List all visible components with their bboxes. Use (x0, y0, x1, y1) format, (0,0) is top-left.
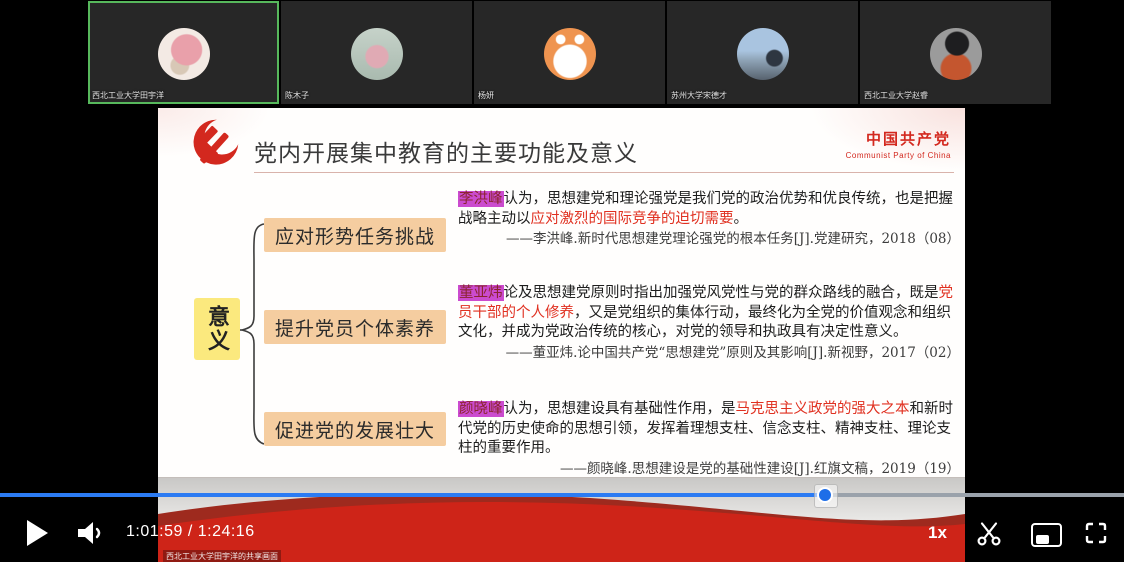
fullscreen-icon (1085, 522, 1107, 549)
participant-name: 杨妍 (478, 90, 494, 101)
quote-text: 李洪峰认为，思想建党和理论强党是我们党的政治优势和优良传统，也是把握战略主动以应… (458, 190, 960, 229)
scissors-icon (975, 520, 1003, 552)
branch-box: 促进党的发展壮大 (264, 412, 446, 446)
volume-button[interactable] (76, 520, 108, 551)
participant-tile[interactable]: 西北工业大学田宇洋 (88, 1, 279, 104)
participant-name: 苏州大学宋德才 (671, 90, 727, 101)
brand-cn: 中国共产党 (846, 128, 951, 149)
quote-block: 董亚炜论及思想建党原则时指出加强党风党性与党的群众路线的融合，既是党员干部的个人… (458, 284, 960, 363)
quote-text: 董亚炜论及思想建党原则时指出加强党风党性与党的群众路线的融合，既是党员干部的个人… (458, 284, 960, 343)
citation: ——李洪峰.新时代思想建党理论强党的根本任务[J].党建研究，2018（08） (458, 230, 960, 250)
time-display: 1:01:59 / 1:24:16 (126, 523, 255, 541)
progress-knob[interactable] (817, 487, 833, 503)
participant-name: 西北工业大学田宇洋 (92, 90, 164, 101)
avatar (930, 28, 982, 80)
participant-tile[interactable]: 苏州大学宋德才 (667, 1, 858, 104)
volume-icon (76, 520, 108, 551)
title-divider (254, 172, 954, 173)
clip-button[interactable] (975, 520, 1003, 552)
avatar (158, 28, 210, 80)
brand-block: 中国共产党 Communist Party of China (846, 128, 951, 160)
progress-track[interactable] (0, 493, 1124, 497)
branch-box: 应对形势任务挑战 (264, 218, 446, 252)
participant-tile[interactable]: 陈木子 (281, 1, 472, 104)
quote-text: 颜晓峰认为，思想建设具有基础性作用，是马克思主义政党的强大之本和新时代党的历史使… (458, 400, 960, 459)
play-button[interactable] (27, 520, 48, 546)
avatar (737, 28, 789, 80)
pip-button[interactable] (1031, 523, 1062, 547)
diagram-root-box: 意义 (194, 298, 240, 360)
branch-box: 提升党员个体素养 (264, 310, 446, 344)
slide-title: 党内开展集中教育的主要功能及意义 (254, 134, 638, 168)
pip-icon (1031, 523, 1062, 547)
fullscreen-button[interactable] (1085, 522, 1107, 549)
share-watermark: 西北工业大学田宇洋的共享画面 (163, 550, 281, 562)
participant-tile[interactable]: 杨妍 (474, 1, 665, 104)
participant-name: 西北工业大学赵睿 (864, 90, 928, 101)
avatar (351, 28, 403, 80)
citation: ——董亚炜.论中国共产党“思想建党”原则及其影响[J].新视野，2017（02） (458, 344, 960, 364)
participant-strip: 西北工业大学田宇洋 陈木子 杨妍 苏州大学宋德才 西北工业大学赵睿 (0, 0, 1124, 105)
speed-button[interactable]: 1x (928, 523, 947, 543)
participant-name: 陈木子 (285, 90, 309, 101)
brace-connector (240, 218, 266, 455)
play-icon (27, 520, 48, 546)
video-player: 西北工业大学田宇洋 陈木子 杨妍 苏州大学宋德才 西北工业大学赵睿 (0, 0, 1124, 562)
avatar (544, 28, 596, 80)
brand-en: Communist Party of China (846, 151, 951, 160)
party-emblem-icon (186, 116, 242, 174)
quote-block: 颜晓峰认为，思想建设具有基础性作用，是马克思主义政党的强大之本和新时代党的历史使… (458, 400, 960, 479)
quote-block: 李洪峰认为，思想建党和理论强党是我们党的政治优势和优良传统，也是把握战略主动以应… (458, 190, 960, 250)
participant-tile[interactable]: 西北工业大学赵睿 (860, 1, 1051, 104)
progress-fill (0, 493, 825, 497)
